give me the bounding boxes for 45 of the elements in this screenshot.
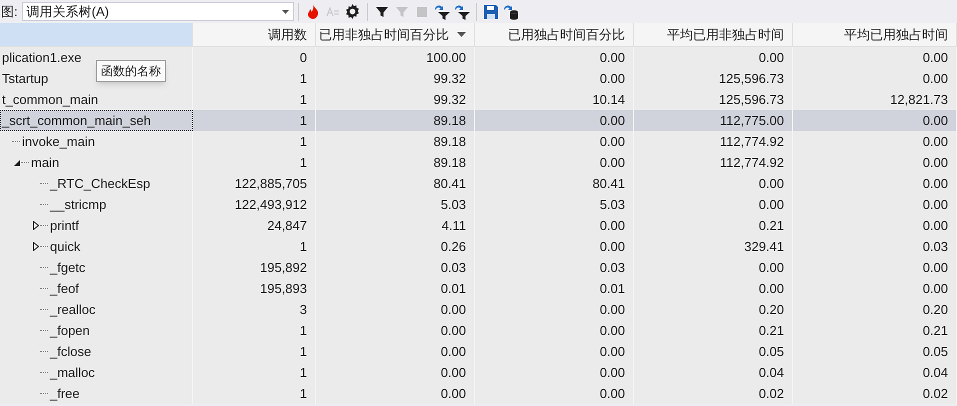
view-label: 图: — [0, 2, 19, 21]
function-name: printf — [49, 216, 79, 235]
function-name: _malloc — [48, 364, 95, 382]
tree-row[interactable]: _fclose 1 0.00 0.00 0.05 0.05 — [0, 341, 957, 362]
table-cell: 0.02 — [793, 383, 957, 404]
function-name: plication1.exe — [1, 48, 82, 67]
function-name: _feof — [48, 280, 79, 298]
function-name: Tstartup — [1, 70, 48, 88]
table-cell: 1 — [193, 383, 316, 404]
expanded-arrow-icon[interactable] — [14, 160, 20, 166]
table-cell: 0.00 — [316, 383, 475, 404]
function-name: __stricmp — [48, 196, 106, 214]
tree-row[interactable]: _fopen 1 0.00 0.00 0.21 0.21 — [0, 320, 957, 341]
tree-row[interactable]: printf 24,847 4.11 0.00 0.21 0.00 — [0, 215, 957, 236]
function-name: quick — [49, 238, 80, 256]
dropdown-caret-icon — [282, 10, 289, 14]
tree-row[interactable]: quick 1 0.26 0.00 329.41 0.03 — [0, 236, 957, 257]
tree-row[interactable]: _fgetc 195,892 0.03 0.03 0.00 0.00 — [0, 257, 957, 278]
view-dropdown[interactable]: 调用关系树(A) — [22, 2, 294, 21]
tree-row[interactable]: invoke_main 1 89.18 0.00 112,774.92 0.00 — [0, 131, 957, 152]
sort-descending-icon — [457, 32, 466, 37]
function-name: _fclose — [48, 342, 92, 361]
table-cell: 0.02 — [634, 383, 793, 404]
function-name: invoke_main — [21, 132, 95, 151]
tree-row[interactable]: _realloc 3 0.00 0.00 0.20 0.20 — [0, 299, 957, 320]
tree-row[interactable]: _RTC_CheckEsp 122,885,705 80.41 80.41 0.00 0.00 — [0, 173, 957, 194]
function-name: _realloc — [48, 300, 96, 319]
tree-row[interactable]: _malloc 1 0.00 0.00 0.04 0.04 — [0, 362, 957, 383]
collapsed-arrow-icon[interactable] — [33, 221, 39, 230]
function-name: _free — [48, 384, 80, 403]
tree-row[interactable]: _free 1 0.00 0.00 0.02 0.02 — [0, 383, 957, 404]
tree-row[interactable]: t_common_main 1 99.32 10.14 125,596.73 12,821.73 — [0, 89, 957, 110]
function-name: main — [30, 154, 60, 172]
tree-row[interactable]: _scrt_common_main_seh 1 89.18 0.00 112,775.00 0.00 — [0, 110, 957, 131]
function-name: _fgetc — [48, 258, 86, 277]
function-name: _fopen — [48, 322, 90, 340]
function-name: _scrt_common_main_seh — [0, 112, 151, 130]
tree-row[interactable]: __stricmp 122,493,912 5.03 5.03 0.00 0.00 — [0, 194, 957, 215]
table-cell: 0.00 — [475, 383, 634, 404]
tooltip: 函数的名称 — [96, 60, 166, 82]
function-name: _RTC_CheckEsp — [48, 174, 150, 193]
tree-row[interactable]: main 1 89.18 0.00 112,774.92 0.00 — [0, 152, 957, 173]
tree-row[interactable]: _feof 195,893 0.01 0.01 0.00 0.00 — [0, 278, 957, 299]
collapsed-arrow-icon[interactable] — [33, 242, 39, 251]
function-name: t_common_main — [1, 90, 98, 109]
